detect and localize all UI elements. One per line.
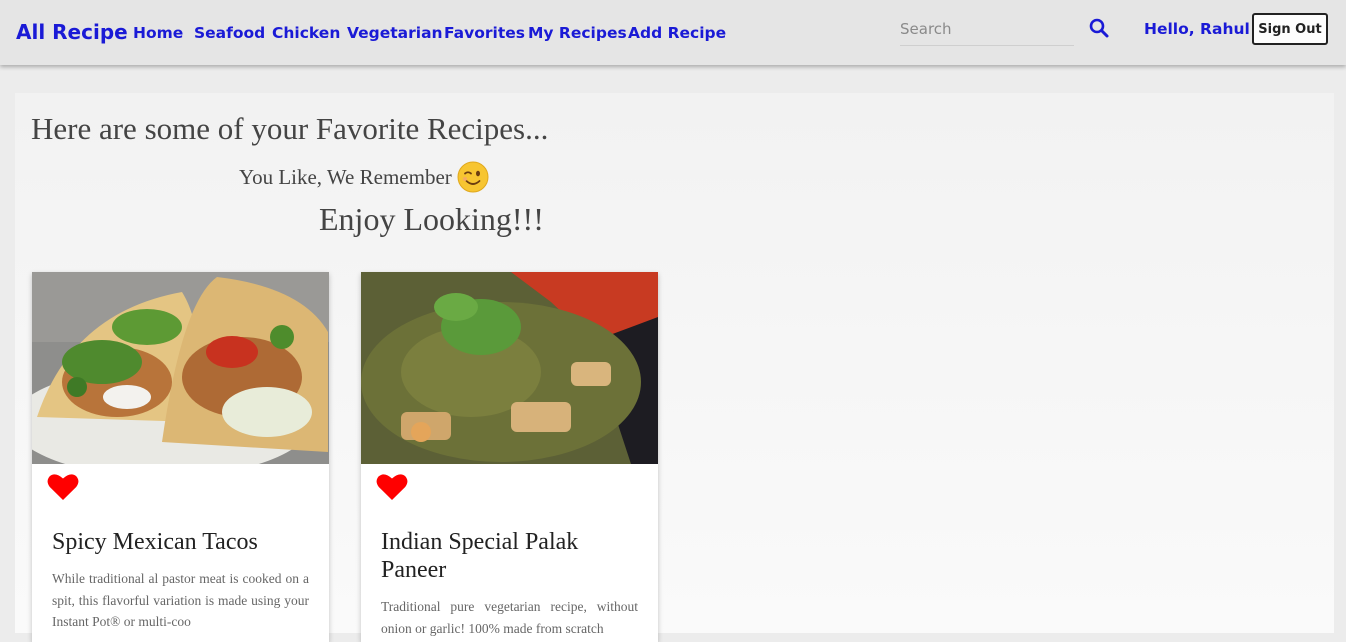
recipe-image-tacos[interactable] — [32, 272, 329, 464]
nav-link-add-recipe[interactable]: Add Recipe — [628, 24, 726, 42]
winking-face-icon — [457, 161, 489, 193]
nav-link-seafood[interactable]: Seafood — [194, 24, 265, 42]
page-heading: Here are some of your Favorite Recipes..… — [31, 111, 549, 146]
nav-link-favorites[interactable]: Favorites — [444, 24, 525, 42]
recipe-card[interactable]: Indian Special Palak Paneer Traditional … — [361, 272, 658, 642]
recipe-title[interactable]: Indian Special Palak Paneer — [381, 528, 641, 584]
search-input[interactable] — [900, 13, 1074, 46]
recipe-image-palak-paneer[interactable] — [361, 272, 658, 464]
nav-link-vegetarian[interactable]: Vegetarian — [347, 24, 443, 42]
heart-icon[interactable] — [47, 472, 79, 501]
recipe-description: Traditional pure vegetarian recipe, with… — [381, 599, 638, 636]
tagline-text: You Like, We Remember — [239, 164, 452, 189]
tagline: You Like, We Remember — [239, 161, 489, 193]
favorites-panel: Here are some of your Favorite Recipes..… — [15, 93, 1334, 642]
brand-link[interactable]: All Recipe — [16, 20, 128, 44]
user-greeting: Hello, Rahul — [1144, 20, 1250, 38]
sign-out-button[interactable]: Sign Out — [1252, 13, 1328, 45]
enjoy-text: Enjoy Looking!!! — [319, 201, 544, 237]
heart-icon[interactable] — [376, 472, 408, 501]
nav-link-my-recipes[interactable]: My Recipes — [528, 24, 627, 42]
recipe-description: While traditional al pastor meat is cook… — [52, 571, 309, 629]
nav-link-home[interactable]: Home — [133, 24, 183, 42]
navbar: All Recipe Home Seafood Chicken Vegetari… — [0, 0, 1346, 65]
nav-link-chicken[interactable]: Chicken — [272, 24, 340, 42]
recipe-title[interactable]: Spicy Mexican Tacos — [52, 528, 312, 556]
recipe-card[interactable]: Spicy Mexican Tacos While traditional al… — [32, 272, 329, 642]
search-icon[interactable] — [1088, 17, 1110, 39]
